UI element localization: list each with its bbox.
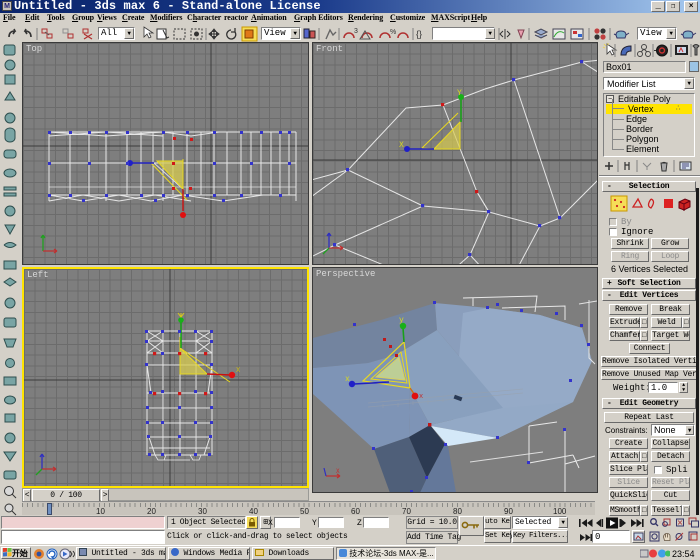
svg-text:x: x bbox=[345, 375, 350, 384]
svg-text:X: X bbox=[336, 468, 340, 475]
svg-text:y: y bbox=[399, 316, 404, 325]
svg-text:Y: Y bbox=[457, 89, 462, 98]
svg-text:X: X bbox=[236, 367, 241, 375]
svg-text:3: 3 bbox=[354, 28, 358, 35]
svg-text:X: X bbox=[399, 141, 404, 150]
svg-text:{}: {} bbox=[416, 29, 422, 39]
svg-text:x: x bbox=[419, 393, 423, 401]
svg-text:%: % bbox=[390, 29, 396, 36]
